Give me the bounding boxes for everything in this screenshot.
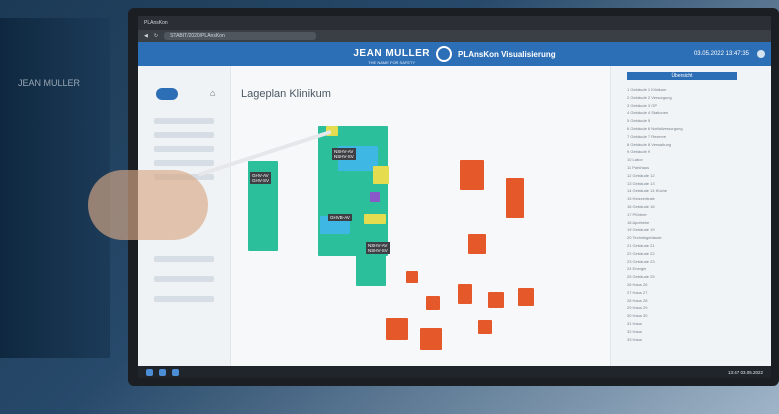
start-icon[interactable]	[146, 368, 153, 376]
overview-item[interactable]: 19 Gebäude 19	[627, 226, 761, 234]
overview-item[interactable]: 26 Haus 26	[627, 281, 761, 289]
monitor: PLAnsKon ◀ ↻ STABIT/2020/PLAnsKon JEAN M…	[128, 8, 779, 386]
taskbar-clock: 13:47 03.05.2022	[727, 369, 763, 375]
overview-item[interactable]: 17 Pförtner	[627, 211, 761, 219]
brand: JEAN MULLER THE NAME FOR SAFETY	[353, 48, 430, 65]
building-orange[interactable]	[386, 318, 408, 340]
browser-tab[interactable]: PLAnsKon	[144, 20, 168, 26]
sidebar-item[interactable]	[154, 276, 214, 282]
logo-icon	[435, 46, 452, 62]
overview-item[interactable]: 33 Haus	[627, 336, 761, 344]
page-title: Lageplan Klinikum	[241, 88, 331, 100]
overview-item[interactable]: 20 Technikgebäude	[627, 234, 761, 242]
building-yellow[interactable]	[373, 166, 389, 184]
hand	[88, 170, 208, 240]
overview-item[interactable]: 28 Haus 28	[627, 297, 761, 305]
overview-title: Übersicht	[627, 72, 737, 80]
label-ghvb: GHVB-AV	[328, 214, 352, 221]
overview-list: 1 Gebäude 1 Klinikum 2 Gebäude 2 Versorgu…	[627, 86, 761, 343]
overview-panel: Übersicht 1 Gebäude 1 Klinikum 2 Gebäude …	[610, 66, 771, 366]
overview-item[interactable]: 32 Haus	[627, 328, 761, 336]
explorer-icon[interactable]	[172, 368, 179, 376]
overview-item[interactable]: 9 Gebäude 9	[627, 148, 761, 156]
overview-item[interactable]: 8 Gebäude 8 Verwaltung	[627, 141, 761, 149]
sidebar-item[interactable]	[154, 160, 214, 166]
building-yellow[interactable]	[364, 214, 386, 224]
main-content: ⌂ Lageplan Klinikum GHV-AV GHV-SV NSHV-AV…	[138, 66, 771, 366]
overview-item[interactable]: 30 Haus 30	[627, 312, 761, 320]
building-orange[interactable]	[518, 288, 534, 306]
overview-item[interactable]: 6 Gebäude 6 Notfallversorgung	[627, 125, 761, 133]
overview-item[interactable]: 15 Heizzentrale	[627, 195, 761, 203]
overview-item[interactable]: 13 Gebäude 13	[627, 180, 761, 188]
reload-icon[interactable]: ↻	[154, 33, 158, 39]
left-monitor-brand: JEAN MULLER	[18, 78, 81, 88]
overview-item[interactable]: 25 Gebäude 25	[627, 273, 761, 281]
menu-toggle-button[interactable]	[156, 88, 178, 100]
overview-item[interactable]: 1 Gebäude 1 Klinikum	[627, 86, 761, 94]
app-header: JEAN MULLER THE NAME FOR SAFETY PLAnsKon…	[138, 42, 771, 66]
app-title: PLAnsKon Visualisierung	[457, 49, 556, 59]
site-map: GHV-AV GHV-SV NSHV-AV NSHV-SV GHVB-AV NSHV…	[248, 106, 548, 376]
overview-item[interactable]: 16 Gebäude 16	[627, 203, 761, 211]
building-orange[interactable]	[406, 271, 418, 283]
overview-item[interactable]: 21 Gebäude 21	[627, 242, 761, 250]
sidebar-item[interactable]	[154, 296, 214, 302]
back-icon[interactable]: ◀	[144, 33, 148, 39]
overview-item[interactable]: 4 Gebäude 4 Stationen	[627, 109, 761, 117]
building-orange[interactable]	[478, 320, 492, 334]
label-nshv-1: NSHV-AV NSHV-SV	[332, 148, 356, 160]
settings-icon[interactable]	[757, 50, 765, 58]
overview-item[interactable]: 27 Haus 27	[627, 289, 761, 297]
overview-item[interactable]: 14 Gebäude 14 Küche	[627, 187, 761, 195]
building-orange[interactable]	[426, 296, 440, 310]
building-orange[interactable]	[458, 284, 472, 304]
overview-item[interactable]: 10 Labor	[627, 156, 761, 164]
label-ghv: GHV-AV GHV-SV	[250, 172, 272, 184]
overview-item[interactable]: 7 Gebäude 7 Reserve	[627, 133, 761, 141]
overview-item[interactable]: 12 Gebäude 12	[627, 172, 761, 180]
building-orange[interactable]	[468, 234, 486, 254]
screen: PLAnsKon ◀ ↻ STABIT/2020/PLAnsKon JEAN M…	[138, 16, 771, 378]
overview-item[interactable]: 24 Energie	[627, 265, 761, 273]
overview-item[interactable]: 23 Gebäude 23	[627, 258, 761, 266]
building-orange[interactable]	[488, 292, 504, 308]
sidebar-item[interactable]	[154, 118, 214, 124]
overview-item[interactable]: 18 Apotheke	[627, 219, 761, 227]
header-datetime: 03.05.2022 13:47:35	[693, 51, 749, 57]
overview-item[interactable]: 3 Gebäude 3 OP	[627, 102, 761, 110]
overview-item[interactable]: 29 Haus 29	[627, 304, 761, 312]
overview-item[interactable]: 11 Parkhaus	[627, 164, 761, 172]
building-orange[interactable]	[506, 178, 524, 218]
browser-icon[interactable]	[159, 368, 166, 376]
overview-item[interactable]: 5 Gebäude 5	[627, 117, 761, 125]
sidebar-item[interactable]	[154, 256, 214, 262]
address-bar: ◀ ↻ STABIT/2020/PLAnsKon	[138, 30, 771, 42]
taskbar: 13:47 03.05.2022	[138, 366, 771, 378]
home-icon[interactable]: ⌂	[210, 88, 215, 98]
overview-item[interactable]: 31 Haus	[627, 320, 761, 328]
sidebar-item[interactable]	[154, 132, 214, 138]
sidebar-item[interactable]	[154, 146, 214, 152]
building-orange[interactable]	[460, 160, 484, 190]
url-input[interactable]: STABIT/2020/PLAnsKon	[164, 32, 317, 40]
building-orange[interactable]	[420, 328, 442, 350]
building-purple[interactable]	[370, 192, 380, 202]
label-nshv-2: NSHV-AV NSHV-SV	[366, 242, 390, 254]
overview-item[interactable]: 22 Gebäude 22	[627, 250, 761, 258]
browser-tab-bar: PLAnsKon	[138, 16, 771, 30]
overview-item[interactable]: 2 Gebäude 2 Versorgung	[627, 94, 761, 102]
